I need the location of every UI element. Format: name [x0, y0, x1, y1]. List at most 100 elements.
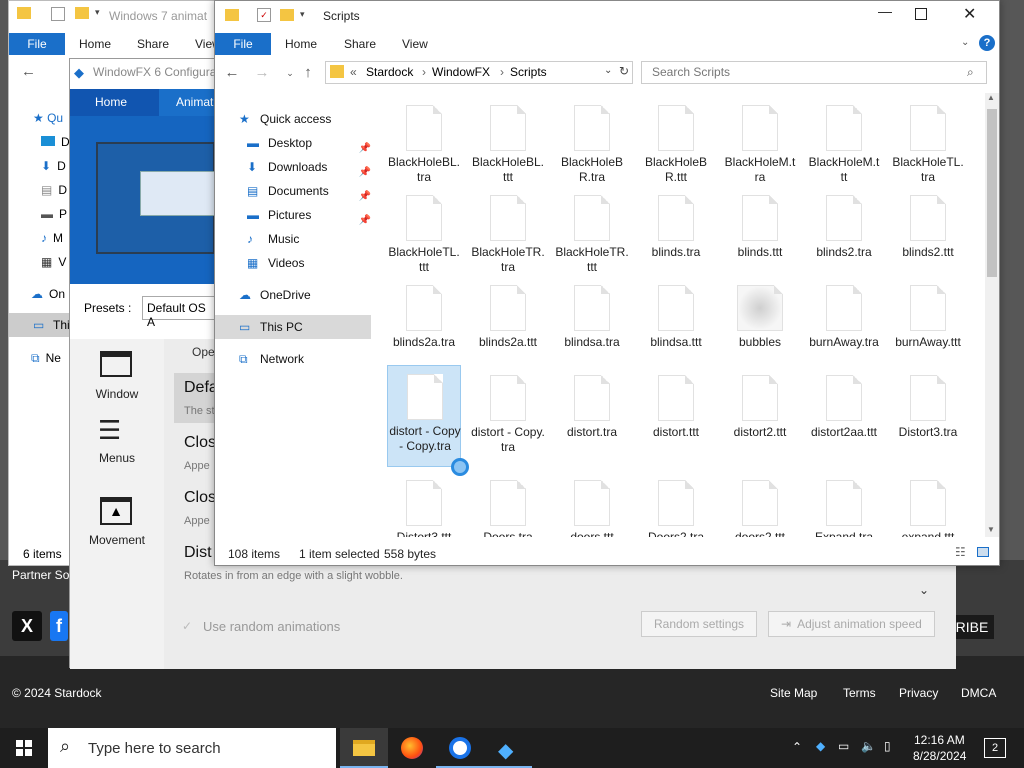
footer-link-sitemap[interactable]: Site Map — [770, 686, 817, 700]
tab-view[interactable]: View — [402, 33, 428, 55]
bg-nav-onedrive[interactable]: ☁ On — [31, 287, 65, 301]
file-item[interactable]: doors.ttt — [555, 472, 629, 537]
tray-overflow-icon[interactable]: ⌃ — [792, 740, 802, 754]
scroll-down-icon[interactable]: ▼ — [987, 525, 995, 534]
back-icon[interactable]: ← — [21, 63, 36, 80]
new-folder-icon[interactable] — [75, 7, 89, 19]
bg-nav-this-pc[interactable]: ▭ This — [9, 313, 76, 337]
scroll-down-icon[interactable]: ⌄ — [919, 583, 929, 597]
file-item[interactable]: BlackHoleM.tra — [723, 97, 797, 197]
presets-select[interactable]: Default OS A — [142, 296, 215, 329]
breadcrumb-overflow[interactable]: « — [350, 65, 357, 79]
notifications-icon[interactable]: 2 — [984, 738, 1006, 758]
file-item[interactable]: blinds2.tra — [807, 187, 881, 287]
sidebar-movement[interactable]: ▲ Movement — [70, 489, 164, 557]
bg-nav-network[interactable]: ⧉ Ne — [31, 351, 61, 366]
search-input[interactable]: Search Scripts — [641, 61, 987, 84]
file-item[interactable]: blinds2a.tra — [387, 277, 461, 377]
file-item[interactable]: distort2aa.ttt — [807, 367, 881, 467]
details-view-icon[interactable]: ☷ — [955, 545, 966, 559]
file-item[interactable]: BlackHoleTL.tra — [891, 97, 965, 197]
nav-item-quick-access[interactable]: ★ Quick access — [215, 107, 371, 131]
windows-start-icon[interactable] — [16, 740, 32, 756]
scroll-up-icon[interactable]: ▲ — [987, 93, 995, 102]
bg-tab-home[interactable]: Home — [79, 33, 111, 55]
nav-item-pictures[interactable]: ▬ Pictures 📌 — [215, 203, 371, 227]
file-item[interactable]: blindsa.tra — [555, 277, 629, 377]
breadcrumb-scripts[interactable]: Scripts — [510, 65, 547, 79]
bg-nav-videos[interactable]: ▦ V — [41, 255, 66, 269]
file-item[interactable]: Expand.tra — [807, 472, 881, 537]
bg-nav-downloads[interactable]: ⬇ D — [41, 159, 66, 173]
qat-dropdown-icon[interactable]: ▾ — [95, 7, 100, 18]
nav-item-downloads[interactable]: ⬇ Downloads 📌 — [215, 155, 371, 179]
nav-item-this-pc[interactable]: ▭ This PC — [215, 315, 371, 339]
bg-nav-music[interactable]: ♪ M — [41, 231, 63, 245]
file-item[interactable]: distort.tra — [555, 367, 629, 467]
file-item[interactable]: Doors2.tra — [639, 472, 713, 537]
file-item[interactable]: expand.ttt — [891, 472, 965, 537]
option-distort-title[interactable]: Dist — [184, 544, 212, 562]
file-item[interactable]: BlackHoleM.ttt — [807, 97, 881, 197]
file-item[interactable]: BlackHoleBL.tra — [387, 97, 461, 197]
breadcrumb-windowfx[interactable]: WindowFX — [432, 65, 490, 79]
taskbar-chrome[interactable] — [436, 728, 484, 768]
file-item[interactable]: BlackHoleBR.tra — [555, 97, 629, 197]
file-item[interactable]: BlackHoleTR.ttt — [555, 187, 629, 287]
tab-home[interactable]: Home — [285, 33, 317, 55]
file-item[interactable]: BlackHoleTR.tra — [471, 187, 545, 287]
file-item[interactable]: BlackHoleBL.ttt — [471, 97, 545, 197]
x-social-icon[interactable]: X — [12, 611, 42, 641]
file-item[interactable]: BlackHoleTL.ttt — [387, 187, 461, 287]
file-item[interactable]: blinds.ttt — [723, 187, 797, 287]
facebook-icon[interactable]: f — [50, 611, 68, 641]
random-checkbox[interactable]: ✓ — [182, 619, 192, 633]
properties-icon[interactable] — [51, 7, 65, 21]
file-item[interactable]: blinds2a.ttt — [471, 277, 545, 377]
address-dropdown-icon[interactable]: ⌄ — [604, 65, 612, 76]
footer-link-terms[interactable]: Terms — [843, 686, 876, 700]
file-item[interactable]: Distort3.tra — [891, 367, 965, 467]
properties-icon[interactable]: ✓ — [257, 8, 271, 22]
file-item[interactable]: Distort3.ttt — [387, 472, 461, 537]
nav-item-onedrive[interactable]: ☁ OneDrive — [215, 283, 371, 307]
file-item[interactable]: doors2.ttt — [723, 472, 797, 537]
sidebar-menus[interactable]: ☰ Menus — [70, 413, 164, 477]
forward-icon[interactable]: → — [251, 59, 273, 87]
close-button[interactable]: ✕ — [963, 4, 976, 24]
clock-date[interactable]: 8/28/2024 — [913, 749, 966, 763]
tab-file[interactable]: File — [215, 33, 271, 55]
taskbar-search[interactable]: ⌕ Type here to search — [48, 728, 336, 768]
taskbar-firefox[interactable] — [388, 728, 436, 768]
vertical-scrollbar[interactable]: ▲ ▼ — [985, 93, 999, 537]
subscribe-button[interactable]: RIBE — [950, 615, 994, 639]
scroll-thumb[interactable] — [987, 109, 997, 277]
wfx-tab-animations[interactable]: Animat — [159, 89, 215, 116]
clock-time[interactable]: 12:16 AM — [914, 733, 965, 747]
option-close1-title[interactable]: Clos — [184, 434, 216, 452]
bg-quick-access[interactable]: ★ Qu — [33, 111, 63, 125]
minimize-button[interactable]: — — [869, 3, 901, 29]
bg-tab-share[interactable]: Share — [137, 33, 169, 55]
file-item[interactable]: distort2.ttt — [723, 367, 797, 467]
nav-item-documents[interactable]: ▤ Documents 📌 — [215, 179, 371, 203]
maximize-button[interactable] — [915, 8, 927, 20]
option-close2-title[interactable]: Clos — [184, 489, 216, 507]
network-icon[interactable]: ▭ — [838, 739, 849, 753]
breadcrumb-stardock[interactable]: Stardock — [366, 65, 413, 79]
scripts-explorer-window[interactable]: ✓ ▾ Scripts — ✕ File Home Share View ⌄ ?… — [214, 0, 1000, 566]
tray-windowfx-icon[interactable]: ◆ — [816, 739, 825, 753]
file-item[interactable]: BlackHoleBR.ttt — [639, 97, 713, 197]
file-item[interactable]: distort.ttt — [639, 367, 713, 467]
volume-muted-icon[interactable]: 🔈 — [861, 739, 876, 753]
file-item[interactable]: burnAway.ttt — [891, 277, 965, 377]
help-icon[interactable]: ? — [979, 35, 995, 51]
qat-dropdown-icon[interactable]: ▾ — [300, 9, 305, 20]
footer-link-dmca[interactable]: DMCA — [961, 686, 996, 700]
file-item[interactable]: Doors.tra — [471, 472, 545, 537]
file-item[interactable]: distort - Copy.tra — [471, 367, 545, 467]
large-icons-view-icon[interactable] — [977, 547, 989, 557]
tab-share[interactable]: Share — [344, 33, 376, 55]
nav-item-videos[interactable]: ▦ Videos — [215, 251, 371, 275]
footer-link-privacy[interactable]: Privacy — [899, 686, 938, 700]
